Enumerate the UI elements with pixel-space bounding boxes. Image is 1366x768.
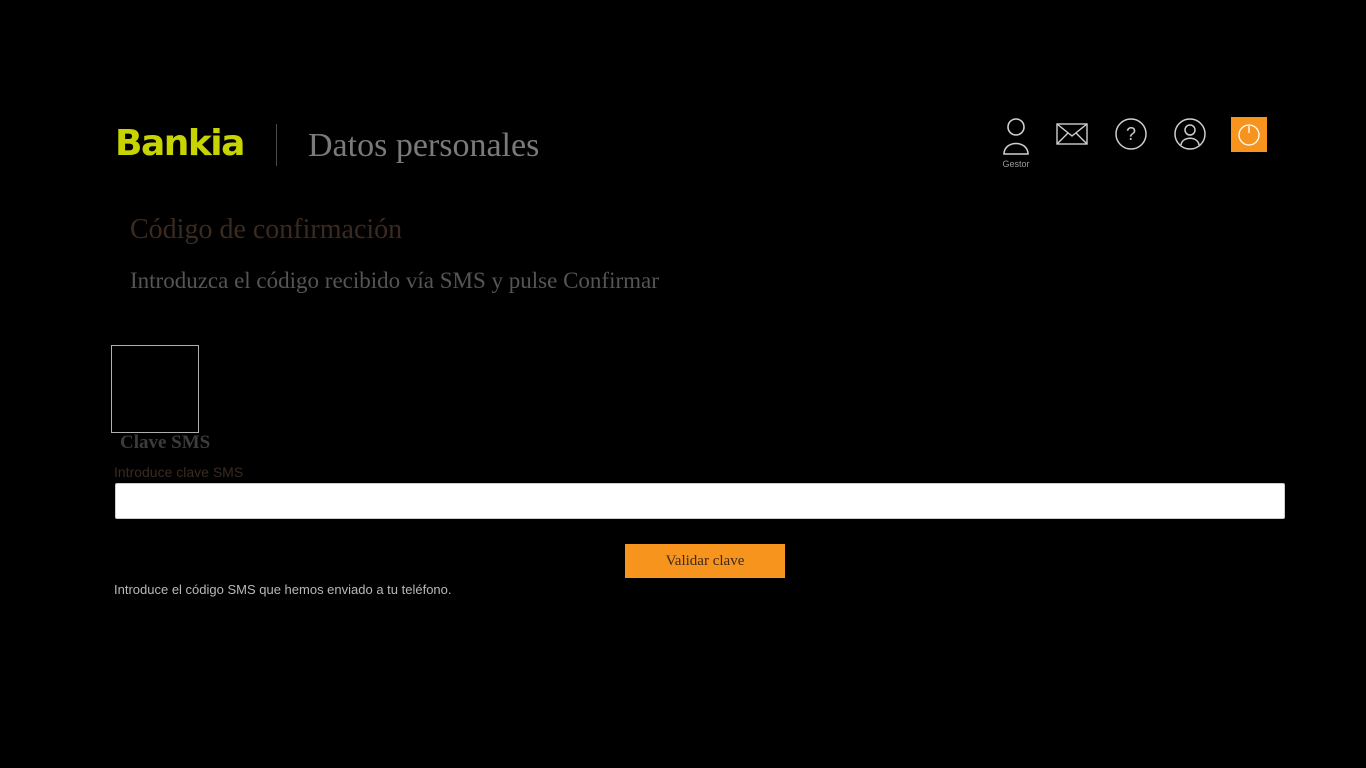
mail-icon: [1056, 123, 1088, 145]
user-icon: [1174, 118, 1206, 150]
gestor-button[interactable]: Gestor: [996, 116, 1036, 172]
logout-button[interactable]: [1231, 117, 1267, 152]
gestor-icon: [1003, 118, 1029, 155]
power-icon: [1238, 123, 1260, 146]
help-button[interactable]: ?: [1113, 116, 1149, 152]
section-subtitle: Introduzca el código recibido vía SMS y …: [130, 268, 659, 293]
section-title: Código de confirmación: [130, 214, 403, 245]
sms-field-label: Introduce clave SMS: [114, 464, 244, 480]
mail-button[interactable]: [1054, 116, 1090, 152]
page-title: Datos personales: [308, 127, 540, 164]
user-button[interactable]: [1172, 116, 1208, 152]
gestor-label: Gestor: [1002, 159, 1030, 169]
help-icon: ?: [1115, 118, 1147, 150]
logo-text: Bankia: [115, 123, 245, 164]
svg-text:?: ?: [1126, 124, 1136, 144]
sms-image-placeholder: [111, 345, 199, 433]
clave-sms-label: Clave SMS: [120, 432, 211, 453]
sms-code-input[interactable]: [115, 483, 1285, 519]
bankia-logo[interactable]: Bankia: [115, 123, 245, 164]
validate-key-button[interactable]: Validar clave: [625, 544, 785, 578]
header-divider: [276, 124, 277, 166]
sms-help-text: Introduce el código SMS que hemos enviad…: [114, 582, 452, 597]
